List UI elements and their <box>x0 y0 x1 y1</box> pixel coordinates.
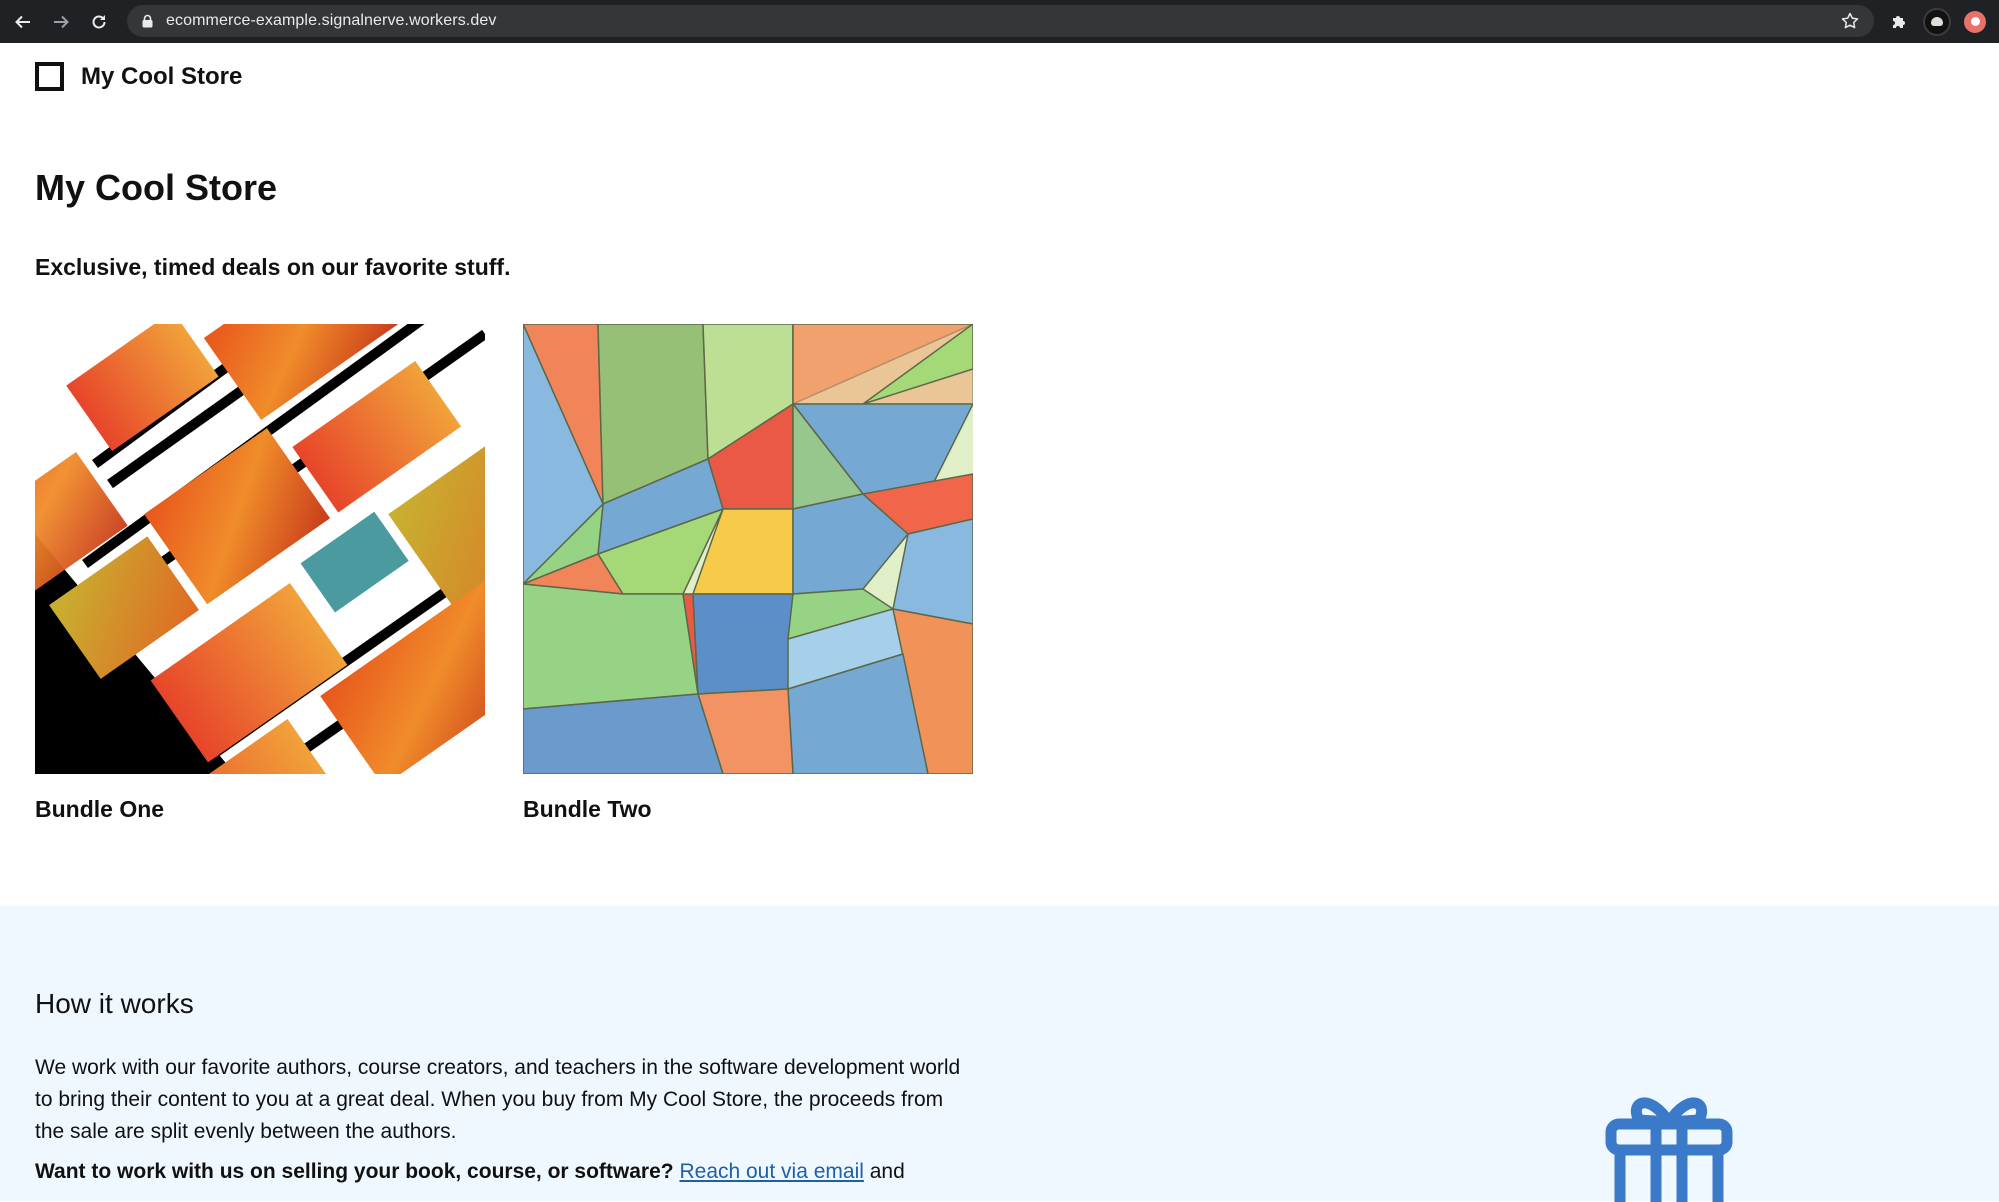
product-card-bundle-two[interactable]: Bundle Two <box>523 324 973 822</box>
how-it-works-section: How it works We work with our favorite a… <box>0 906 1999 1202</box>
product-image-bundle-two[interactable] <box>523 324 973 774</box>
site-header: My Cool Store <box>35 62 242 91</box>
product-image-bundle-one[interactable] <box>35 324 485 774</box>
product-card-bundle-one[interactable]: Bundle One <box>35 324 485 822</box>
site-logo-text[interactable]: My Cool Store <box>81 63 242 91</box>
cta-tail-text: and <box>869 1160 905 1183</box>
profile-avatar-icon[interactable] <box>1918 0 1956 43</box>
cta-bold-text: Want to work with us on selling your boo… <box>35 1160 674 1183</box>
extensions-puzzle-icon[interactable] <box>1880 0 1918 43</box>
extension-badge-icon[interactable] <box>1956 0 1994 43</box>
forward-arrow-icon <box>54 15 69 28</box>
address-bar[interactable]: ecommerce-example.signalnerve.workers.de… <box>127 5 1874 37</box>
product-name[interactable]: Bundle Two <box>523 796 652 823</box>
how-it-works-body: We work with our favorite authors, cours… <box>35 1056 961 1143</box>
reload-button[interactable] <box>80 0 118 43</box>
gift-icon <box>1605 1097 1733 1202</box>
product-name[interactable]: Bundle One <box>35 796 164 823</box>
reload-icon <box>92 14 106 28</box>
lock-icon <box>142 13 156 29</box>
page-title: My Cool Store <box>35 167 278 208</box>
how-it-works-cta: Want to work with us on selling your boo… <box>35 1160 905 1184</box>
how-it-works-title: How it works <box>35 988 194 1019</box>
page-tagline: Exclusive, timed deals on our favorite s… <box>35 254 511 280</box>
back-button[interactable] <box>4 0 42 43</box>
forward-button[interactable] <box>42 0 80 43</box>
logo-square-icon[interactable] <box>35 62 64 91</box>
bookmark-star-icon[interactable] <box>1840 11 1860 36</box>
reach-out-email-link[interactable]: Reach out via email <box>679 1160 863 1183</box>
browser-toolbar: ecommerce-example.signalnerve.workers.de… <box>0 0 1999 43</box>
extensions-area <box>1880 0 1994 43</box>
back-arrow-icon <box>15 15 30 28</box>
address-bar-url[interactable]: ecommerce-example.signalnerve.workers.de… <box>166 12 496 30</box>
